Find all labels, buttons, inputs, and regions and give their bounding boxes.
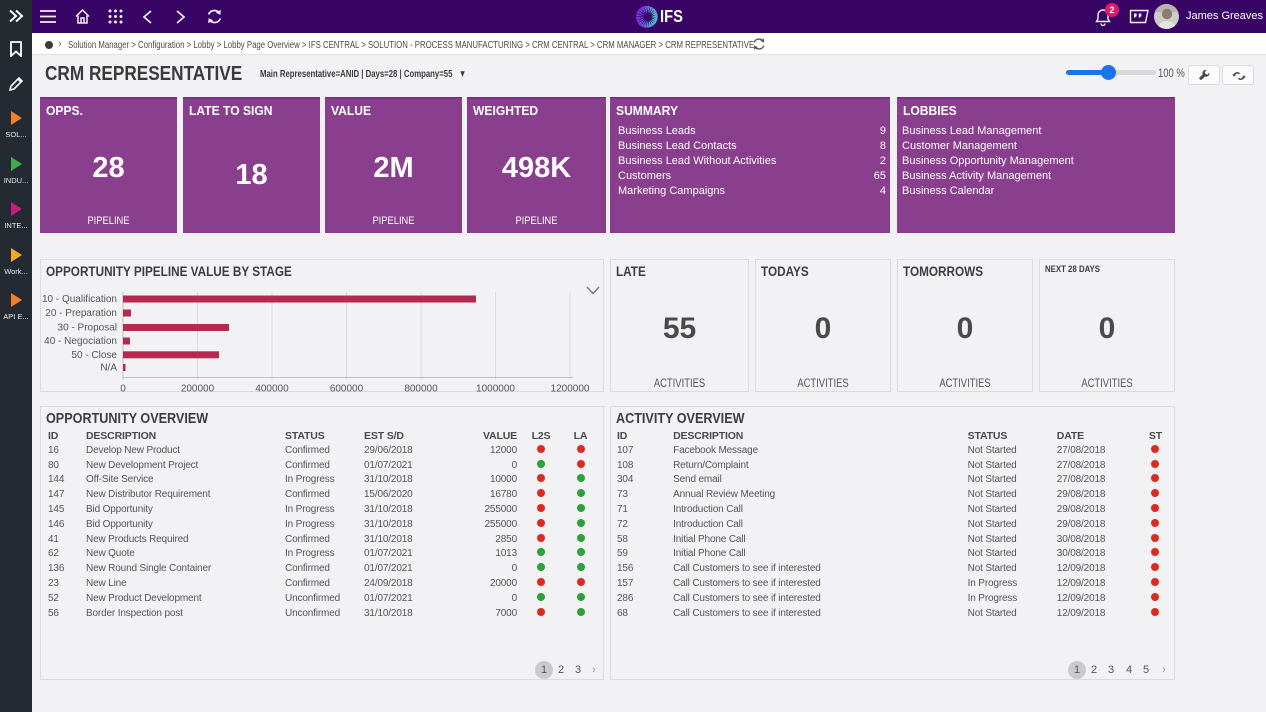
svg-text:200000: 200000 <box>181 384 215 395</box>
svg-text:1000000: 1000000 <box>476 384 515 395</box>
svg-text:20 - Preparation: 20 - Preparation <box>45 308 117 319</box>
svg-text:50 - Close: 50 - Close <box>71 350 117 361</box>
svg-text:0: 0 <box>120 384 126 395</box>
svg-text:600000: 600000 <box>330 384 364 395</box>
svg-text:1200000: 1200000 <box>551 384 590 395</box>
svg-text:40 - Negociation: 40 - Negociation <box>44 336 117 347</box>
svg-text:10 - Qualification: 10 - Qualification <box>42 294 117 305</box>
svg-text:400000: 400000 <box>255 384 289 395</box>
svg-text:30 - Proposal: 30 - Proposal <box>58 323 117 334</box>
svg-text:800000: 800000 <box>404 384 438 395</box>
svg-text:N/A: N/A <box>100 363 117 374</box>
